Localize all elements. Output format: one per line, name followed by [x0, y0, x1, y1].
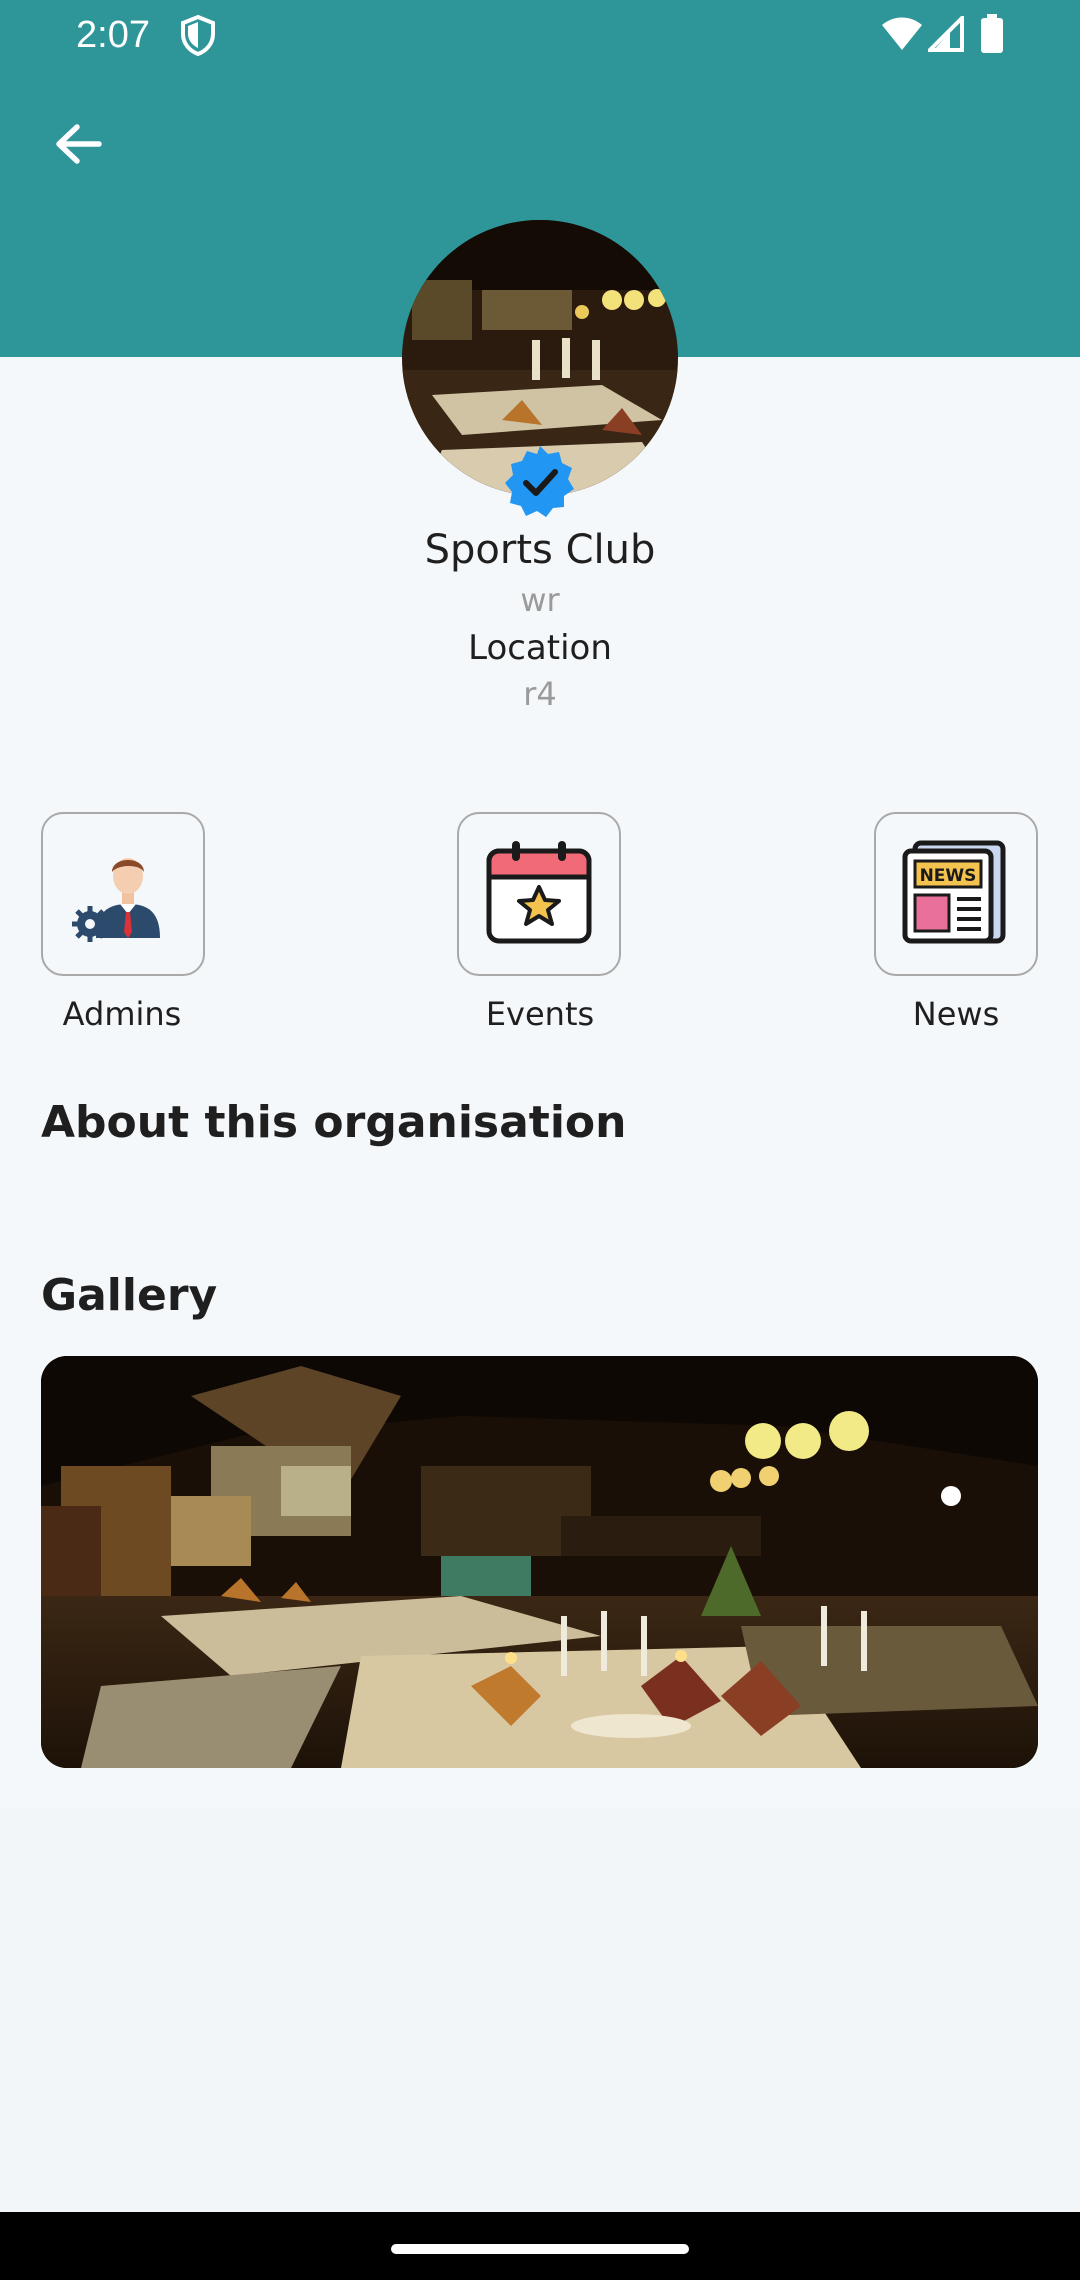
- news-label: News: [912, 995, 1000, 1033]
- about-title: About this organisation: [41, 1097, 627, 1148]
- gallery-image[interactable]: [41, 1356, 1038, 1768]
- back-button[interactable]: [38, 106, 118, 186]
- events-label: Events: [485, 995, 595, 1033]
- arrow-left-icon: [53, 122, 103, 170]
- calendar-star-icon: [484, 837, 594, 951]
- news-button[interactable]: NEWS: [874, 812, 1038, 976]
- content-background: [0, 1808, 1080, 2212]
- battery-icon: [980, 14, 1004, 58]
- gallery-title: Gallery: [41, 1270, 218, 1321]
- status-time: 2:07: [76, 14, 150, 56]
- organisation-name: Sports Club: [424, 527, 656, 573]
- admins-label: Admins: [62, 995, 182, 1033]
- status-bar: 2:07: [0, 0, 1080, 70]
- organisation-subtitle: wr: [520, 581, 560, 619]
- location-value: r4: [523, 675, 557, 713]
- admins-button[interactable]: [41, 812, 205, 976]
- signal-icon: [925, 13, 964, 56]
- home-gesture-handle[interactable]: [391, 2244, 689, 2254]
- shield-icon: [178, 14, 218, 60]
- admin-user-icon: [68, 842, 178, 946]
- verified-badge-icon: [502, 444, 578, 520]
- location-label: Location: [468, 628, 612, 668]
- svg-text:NEWS: NEWS: [920, 866, 977, 886]
- system-navigation-bar: [0, 2212, 1080, 2280]
- events-button[interactable]: [457, 812, 621, 976]
- newspaper-icon: NEWS: [901, 837, 1011, 951]
- wifi-icon: [880, 16, 924, 56]
